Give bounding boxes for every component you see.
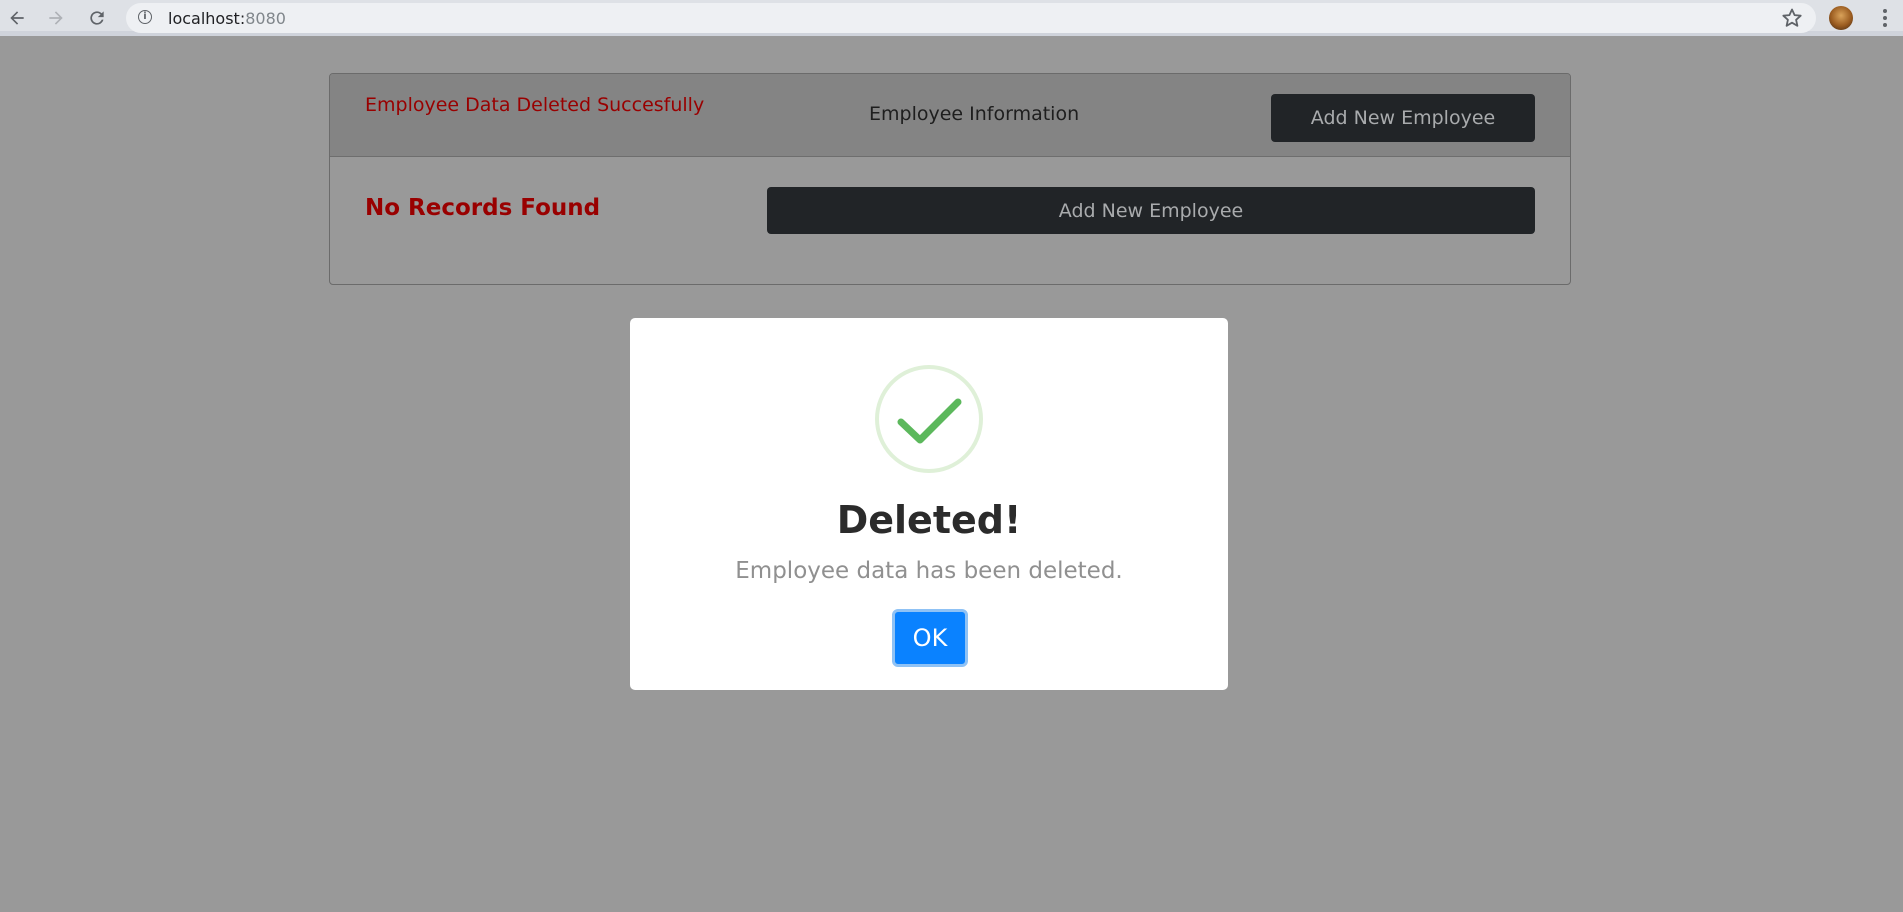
url-host: localhost: xyxy=(168,9,246,28)
dialog-message: Employee data has been deleted. xyxy=(735,558,1123,584)
star-icon[interactable] xyxy=(1780,6,1804,30)
reload-icon xyxy=(90,11,104,25)
ok-button[interactable]: OK xyxy=(892,609,968,667)
url-port: 8080 xyxy=(245,9,286,28)
arrow-left-icon xyxy=(10,11,24,25)
browser-toolbar: i localhost:8080 xyxy=(0,0,1903,36)
success-alert: Employee Data Deleted Succesfully xyxy=(365,94,705,116)
page-title: Employee Information xyxy=(869,103,1080,125)
forward-button[interactable] xyxy=(43,5,69,31)
success-dialog: Deleted! Employee data has been deleted.… xyxy=(630,318,1228,690)
address-bar[interactable]: i localhost:8080 xyxy=(126,3,1816,33)
back-button[interactable] xyxy=(4,5,30,31)
add-new-employee-button[interactable]: Add New Employee xyxy=(1271,94,1535,142)
url-text[interactable]: localhost:8080 xyxy=(168,9,286,28)
dialog-title: Deleted! xyxy=(836,498,1022,542)
employee-card: Employee Data Deleted Succesfully Employ… xyxy=(329,73,1571,285)
add-new-employee-body-button[interactable]: Add New Employee xyxy=(767,187,1535,234)
vertical-dots-icon[interactable] xyxy=(1873,6,1897,30)
empty-state-message: No Records Found xyxy=(365,195,601,221)
card-header: Employee Data Deleted Succesfully Employ… xyxy=(330,74,1570,157)
info-icon[interactable]: i xyxy=(138,10,152,24)
checkmark-icon xyxy=(875,365,983,473)
arrow-right-icon xyxy=(49,11,63,25)
reload-button[interactable] xyxy=(84,5,110,31)
avatar[interactable] xyxy=(1829,6,1853,30)
